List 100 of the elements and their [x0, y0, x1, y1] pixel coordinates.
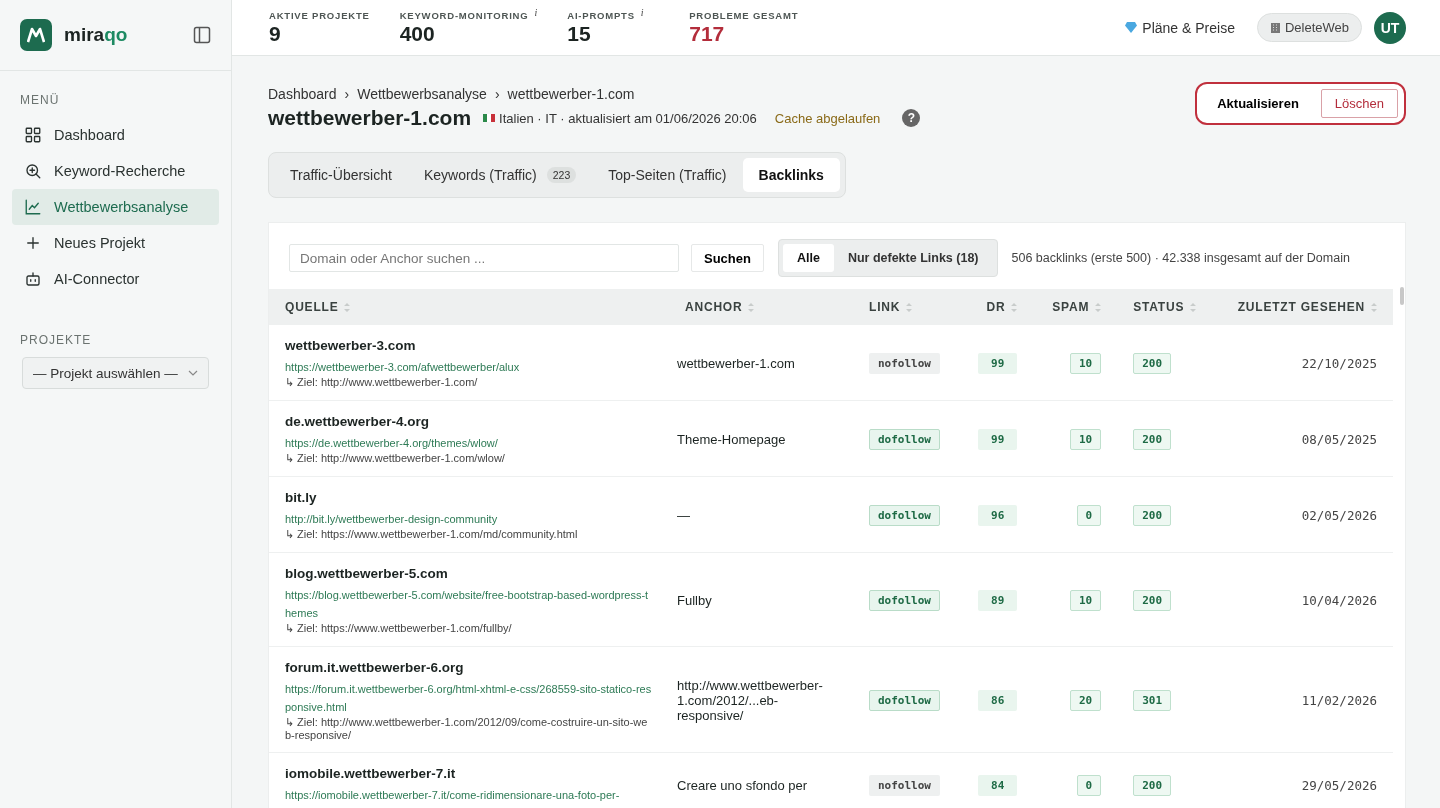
source-domain: de.wettbewerber-4.org: [285, 414, 431, 429]
spam-badge: 20: [1069, 690, 1102, 711]
stat-label: PROBLEME GESAMT: [689, 9, 799, 21]
sort-icon[interactable]: [344, 302, 351, 312]
spam-badge: 0: [1076, 774, 1102, 796]
anchor-text: Fullby: [677, 593, 712, 608]
sort-icon[interactable]: [1095, 302, 1102, 312]
column-header[interactable]: DR: [959, 289, 1034, 325]
link-type-badge: dofollow: [869, 429, 940, 450]
cache-status: Cache abgelaufen: [774, 110, 881, 126]
nav-item[interactable]: Dashboard: [12, 117, 219, 153]
last-seen-date: 29/05/2026: [1301, 777, 1377, 793]
sort-icon[interactable]: [748, 302, 755, 312]
link-type-badge: dofollow: [869, 690, 940, 711]
project-select[interactable]: — Projekt auswählen —: [22, 357, 209, 389]
dr-badge: 84: [978, 774, 1018, 796]
spam-badge: 0: [1076, 505, 1102, 526]
workspace-button[interactable]: DeleteWeb: [1256, 13, 1362, 42]
source-url[interactable]: https://de.wettbewerber-4.org/themes/wlow/: [285, 434, 653, 452]
link-type-badge: dofollow: [869, 505, 940, 526]
sidebar-toggle-icon[interactable]: [193, 26, 211, 44]
spam-badge: 10: [1069, 429, 1102, 450]
section-title: MENÜ: [19, 92, 61, 109]
breadcrumb-separator: ›: [344, 86, 350, 102]
plans-link[interactable]: Pläne & Preise: [1125, 19, 1235, 36]
breadcrumb-link[interactable]: wettbewerber-1.com: [507, 86, 635, 102]
sort-icon[interactable]: [906, 302, 913, 312]
stat-value: 717: [689, 21, 726, 46]
scrollbar-thumb[interactable]: [1400, 287, 1404, 305]
dr-badge: 99: [978, 429, 1018, 450]
column-header[interactable]: QUELLE: [269, 289, 669, 325]
source-url[interactable]: https://wettbewerber-3.com/afwettbewerber/alux: [285, 358, 653, 376]
nav-item[interactable]: Wettbewerbsanalyse: [12, 189, 219, 225]
stat-value: 15: [567, 21, 592, 46]
status-badge: 200: [1133, 774, 1172, 796]
nav-item[interactable]: Keyword-Recherche: [12, 153, 219, 189]
info-icon[interactable]: i: [640, 6, 644, 18]
nav-item[interactable]: Neues Projekt: [12, 225, 219, 261]
status-badge: 200: [1133, 590, 1172, 611]
target-url: ↳ Ziel: https://www.wettbewerber-1.com/fullby/: [285, 622, 513, 635]
help-icon[interactable]: ?: [902, 109, 921, 127]
breadcrumb-link[interactable]: Wettbewerbsanalyse: [357, 86, 487, 102]
source-url[interactable]: https://blog.wettbewerber-5.com/website/free-bootstrap-based-wordpress-themes: [285, 586, 653, 622]
target-url: ↳ Ziel: http://www.wettbewerber-1.com/2012/09/come-costruire-un-sito-web-responsive/: [285, 716, 649, 741]
logo-icon: [20, 19, 52, 51]
source-url[interactable]: http://bit.ly/wettbewerber-design-community: [285, 510, 653, 528]
filter-option[interactable]: Nur defekte Links (18): [833, 244, 993, 272]
last-seen-date: 10/04/2026: [1301, 593, 1377, 608]
last-seen-date: 02/05/2026: [1301, 508, 1377, 523]
search-field[interactable]: Domain oder Anchor suchen ...: [289, 244, 679, 272]
spam-badge: 10: [1069, 353, 1102, 374]
tab[interactable]: Traffic-Übersicht: [274, 158, 408, 192]
breadcrumb-separator: ›: [494, 86, 500, 102]
last-seen-date: 22/10/2025: [1301, 356, 1377, 371]
last-seen-date: 11/02/2026: [1301, 693, 1377, 708]
sort-icon[interactable]: [1190, 302, 1197, 312]
delete-button[interactable]: Löschen: [1320, 89, 1398, 118]
target-url: ↳ Ziel: https://www.wettbewerber-1.com/md/community.html: [285, 528, 579, 541]
sort-icon[interactable]: [1011, 302, 1018, 312]
info-icon[interactable]: i: [534, 6, 538, 18]
user-avatar[interactable]: UT: [1374, 11, 1406, 44]
column-header[interactable]: SPAM: [1033, 289, 1118, 325]
source-domain: forum.it.wettbewerber-6.org: [285, 660, 465, 675]
sort-icon[interactable]: [1371, 302, 1377, 312]
anchor-text: —: [677, 508, 690, 523]
nav-item[interactable]: AI-Connector: [12, 261, 219, 297]
source-url[interactable]: https://iomobile.wettbewerber-7.it/come-ridimensionare-una-foto-per-: [285, 786, 653, 804]
page-meta: Italien · IT · aktualisiert am 01/06/2026 20:06: [483, 110, 757, 126]
tab[interactable]: Backlinks: [742, 158, 840, 192]
source-url[interactable]: https://forum.it.wettbewerber-6.org/html-xhtml-e-css/268559-sito-statico-responsive.html: [285, 680, 653, 716]
breadcrumb-link[interactable]: Dashboard: [268, 86, 337, 102]
status-badge: 200: [1133, 429, 1172, 450]
link-type-badge: nofollow: [869, 353, 940, 374]
anchor-text: wettbewerber-1.com: [677, 356, 795, 371]
dr-badge: 86: [978, 690, 1018, 711]
chevron-down-icon: [188, 370, 198, 376]
filter-option[interactable]: Alle: [782, 244, 834, 272]
stat-value: 9: [269, 21, 282, 46]
flag-icon: [483, 114, 496, 122]
page-title: wettbewerber-1.com: [268, 106, 472, 130]
target-url: ↳ Ziel: http://www.wettbewerber-1.com/: [285, 376, 479, 389]
dr-badge: 99: [978, 353, 1018, 374]
last-seen-date: 08/05/2025: [1301, 432, 1377, 447]
search-button[interactable]: Suchen: [691, 244, 764, 272]
tab[interactable]: Keywords (Traffic) 223: [407, 158, 593, 192]
stat-value: 400: [399, 21, 436, 46]
column-header[interactable]: ANCHOR: [669, 289, 853, 325]
source-domain: wettbewerber-3.com: [285, 338, 417, 353]
source-domain: blog.wettbewerber-5.com: [285, 566, 449, 581]
stat-label: AI-PROMPTS: [567, 9, 635, 21]
column-header[interactable]: LINK: [853, 289, 960, 325]
diamond-icon: [1125, 22, 1138, 33]
tab[interactable]: Top-Seiten (Traffic): [592, 158, 743, 192]
status-badge: 301: [1133, 690, 1172, 711]
column-header[interactable]: ZULETZT GESEHEN: [1215, 289, 1393, 325]
column-header[interactable]: STATUS: [1117, 289, 1216, 325]
plus-icon: [24, 234, 42, 252]
anchor-text: Creare uno sfondo per: [677, 777, 808, 793]
dr-badge: 96: [978, 505, 1018, 526]
section-title: PROJEKTE: [19, 332, 93, 349]
